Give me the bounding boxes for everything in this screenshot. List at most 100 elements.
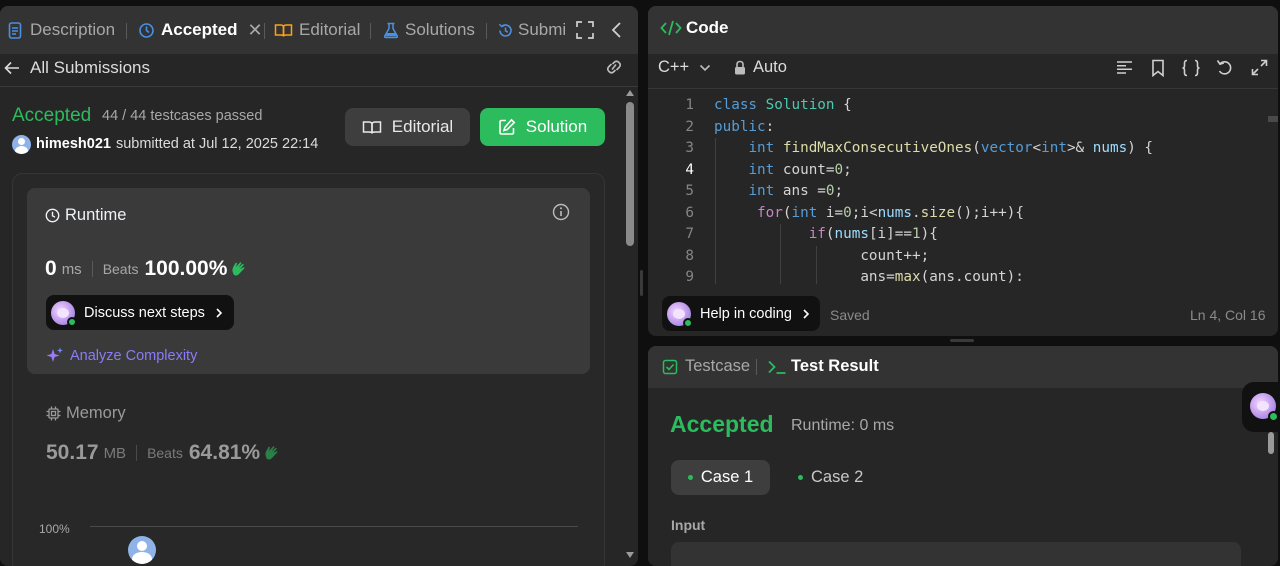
sparkle-icon <box>46 347 64 364</box>
runtime-unit: ms <box>61 260 82 278</box>
pass-dot-icon <box>798 475 803 480</box>
submitter-info: himesh021 submitted at Jul 12, 2025 22:1… <box>12 134 318 154</box>
solution-button[interactable]: Solution <box>480 108 605 146</box>
chevron-right-icon <box>215 307 223 319</box>
code-line: int findMaxConsecutiveOnes(vector<int>& … <box>748 140 1154 156</box>
runtime-card[interactable]: Runtime 0 ms Beats 100.00% Discuss next … <box>27 188 590 374</box>
editorial-button[interactable]: Editorial <box>345 108 470 146</box>
editorial-button-label: Editorial <box>391 117 454 136</box>
code-line: if(nums[i]==1){ <box>808 226 938 242</box>
auto-mode[interactable]: Auto <box>734 58 787 77</box>
memory-stats: 50.17 MB Beats 64.81% <box>46 438 281 468</box>
collapse-icon[interactable] <box>611 21 623 39</box>
help-in-coding-label: Help in coding <box>700 305 792 322</box>
chevron-down-icon <box>699 64 711 72</box>
vertical-resize-handle[interactable] <box>640 270 643 296</box>
tab-accepted[interactable]: Accepted ✕ <box>138 18 263 42</box>
result-status: Accepted <box>12 105 92 126</box>
tab-testcase-label: Testcase <box>685 357 751 375</box>
code-icon <box>660 19 682 37</box>
arrow-left-icon <box>4 61 20 75</box>
close-icon[interactable]: ✕ <box>248 20 263 41</box>
memory-title: Memory <box>66 404 126 422</box>
testcases-passed: 44 / 44 testcases passed <box>102 108 263 124</box>
avatar[interactable] <box>12 134 31 154</box>
tab-divider <box>370 23 371 39</box>
assistant-avatar-icon <box>1250 393 1279 422</box>
undo-icon[interactable] <box>1216 59 1234 76</box>
maximize-icon[interactable] <box>576 21 594 39</box>
runtime-stats: 0 ms Beats 100.00% <box>45 254 248 284</box>
language-select[interactable]: C++ <box>658 58 711 77</box>
input-box[interactable] <box>671 542 1241 566</box>
tab-accepted-label: Accepted <box>161 20 238 39</box>
format-icon[interactable] <box>1116 60 1133 75</box>
solution-button-label: Solution <box>525 117 588 136</box>
tab-description[interactable]: Description <box>8 18 115 42</box>
pass-dot-icon <box>687 475 693 480</box>
saved-status: Saved <box>830 307 870 323</box>
runtime-title: Runtime <box>65 206 127 224</box>
scroll-down-arrow[interactable] <box>626 552 634 558</box>
discuss-next-steps-button[interactable]: Discuss next steps <box>46 295 234 330</box>
runtime-header: Runtime <box>45 206 126 225</box>
divider <box>0 86 638 87</box>
runtime-beats-value: 100.00% <box>144 257 228 280</box>
flask-icon <box>383 22 399 39</box>
clap-icon <box>263 444 281 462</box>
chart-gridline <box>90 526 578 527</box>
tab-solutions[interactable]: Solutions <box>383 18 475 42</box>
auto-mode-label: Auto <box>753 58 787 76</box>
submitted-at: submitted at Jul 12, 2025 22:14 <box>115 136 319 152</box>
memory-beats-value: 64.81% <box>188 441 261 464</box>
tab-editorial-label: Editorial <box>299 20 361 39</box>
analyze-complexity-link[interactable]: Analyze Complexity <box>46 347 197 364</box>
divider <box>648 88 1278 89</box>
tab-submissions[interactable]: Submi <box>497 18 566 42</box>
expand-icon[interactable] <box>1251 59 1268 76</box>
memory-beats-label: Beats <box>147 445 183 461</box>
checkbox-icon <box>662 359 678 375</box>
input-label: Input <box>671 517 706 533</box>
link-icon[interactable] <box>603 58 625 76</box>
tab-divider <box>756 359 757 375</box>
floating-assistant-button[interactable] <box>1242 382 1280 432</box>
tab-test-result-label: Test Result <box>791 357 879 375</box>
horizontal-resize-handle[interactable] <box>950 339 974 342</box>
book-icon <box>362 120 382 135</box>
case-1-tab[interactable]: Case 1 <box>671 460 770 495</box>
help-in-coding-button[interactable]: Help in coding <box>662 296 820 331</box>
clock-icon <box>45 208 60 223</box>
scrollbar-thumb[interactable] <box>626 102 634 246</box>
memory-unit: MB <box>103 444 127 462</box>
username[interactable]: himesh021 <box>36 136 111 152</box>
history-icon <box>497 22 514 39</box>
all-submissions-link[interactable]: All Submissions <box>4 56 150 80</box>
tab-test-result[interactable]: Test Result <box>767 357 879 376</box>
bookmark-icon[interactable] <box>1151 59 1165 77</box>
chip-icon <box>46 406 61 421</box>
braces-icon[interactable] <box>1181 59 1201 77</box>
editor-scrollbar[interactable] <box>1268 116 1278 122</box>
edit-icon <box>498 118 516 136</box>
tab-testcase[interactable]: Testcase <box>662 357 750 376</box>
code-line: public: <box>714 118 775 135</box>
line-number: 2 <box>685 118 694 135</box>
tab-submissions-label: Submi <box>518 20 567 39</box>
code-line: int ans =0; <box>748 183 844 199</box>
line-number: 8 <box>685 247 694 264</box>
memory-header[interactable]: Memory <box>46 404 126 423</box>
test-result-panel: Testcase Test Result Accepted Runtime: 0… <box>648 346 1278 566</box>
code-tab[interactable]: Code <box>660 18 729 38</box>
tab-divider <box>126 23 127 39</box>
tab-divider <box>264 23 265 39</box>
scroll-up-arrow[interactable] <box>626 90 634 96</box>
case-2-tab[interactable]: Case 2 <box>788 460 887 495</box>
result-scrollbar[interactable] <box>1268 432 1274 454</box>
stat-divider <box>91 261 93 277</box>
info-icon[interactable] <box>552 203 570 221</box>
line-number: 6 <box>685 204 694 221</box>
tab-editorial[interactable]: Editorial <box>274 18 360 42</box>
code-editor[interactable]: 1 2 3 4 5 6 7 8 9 class Solution { publi… <box>648 95 1266 284</box>
tab-divider <box>486 23 487 39</box>
